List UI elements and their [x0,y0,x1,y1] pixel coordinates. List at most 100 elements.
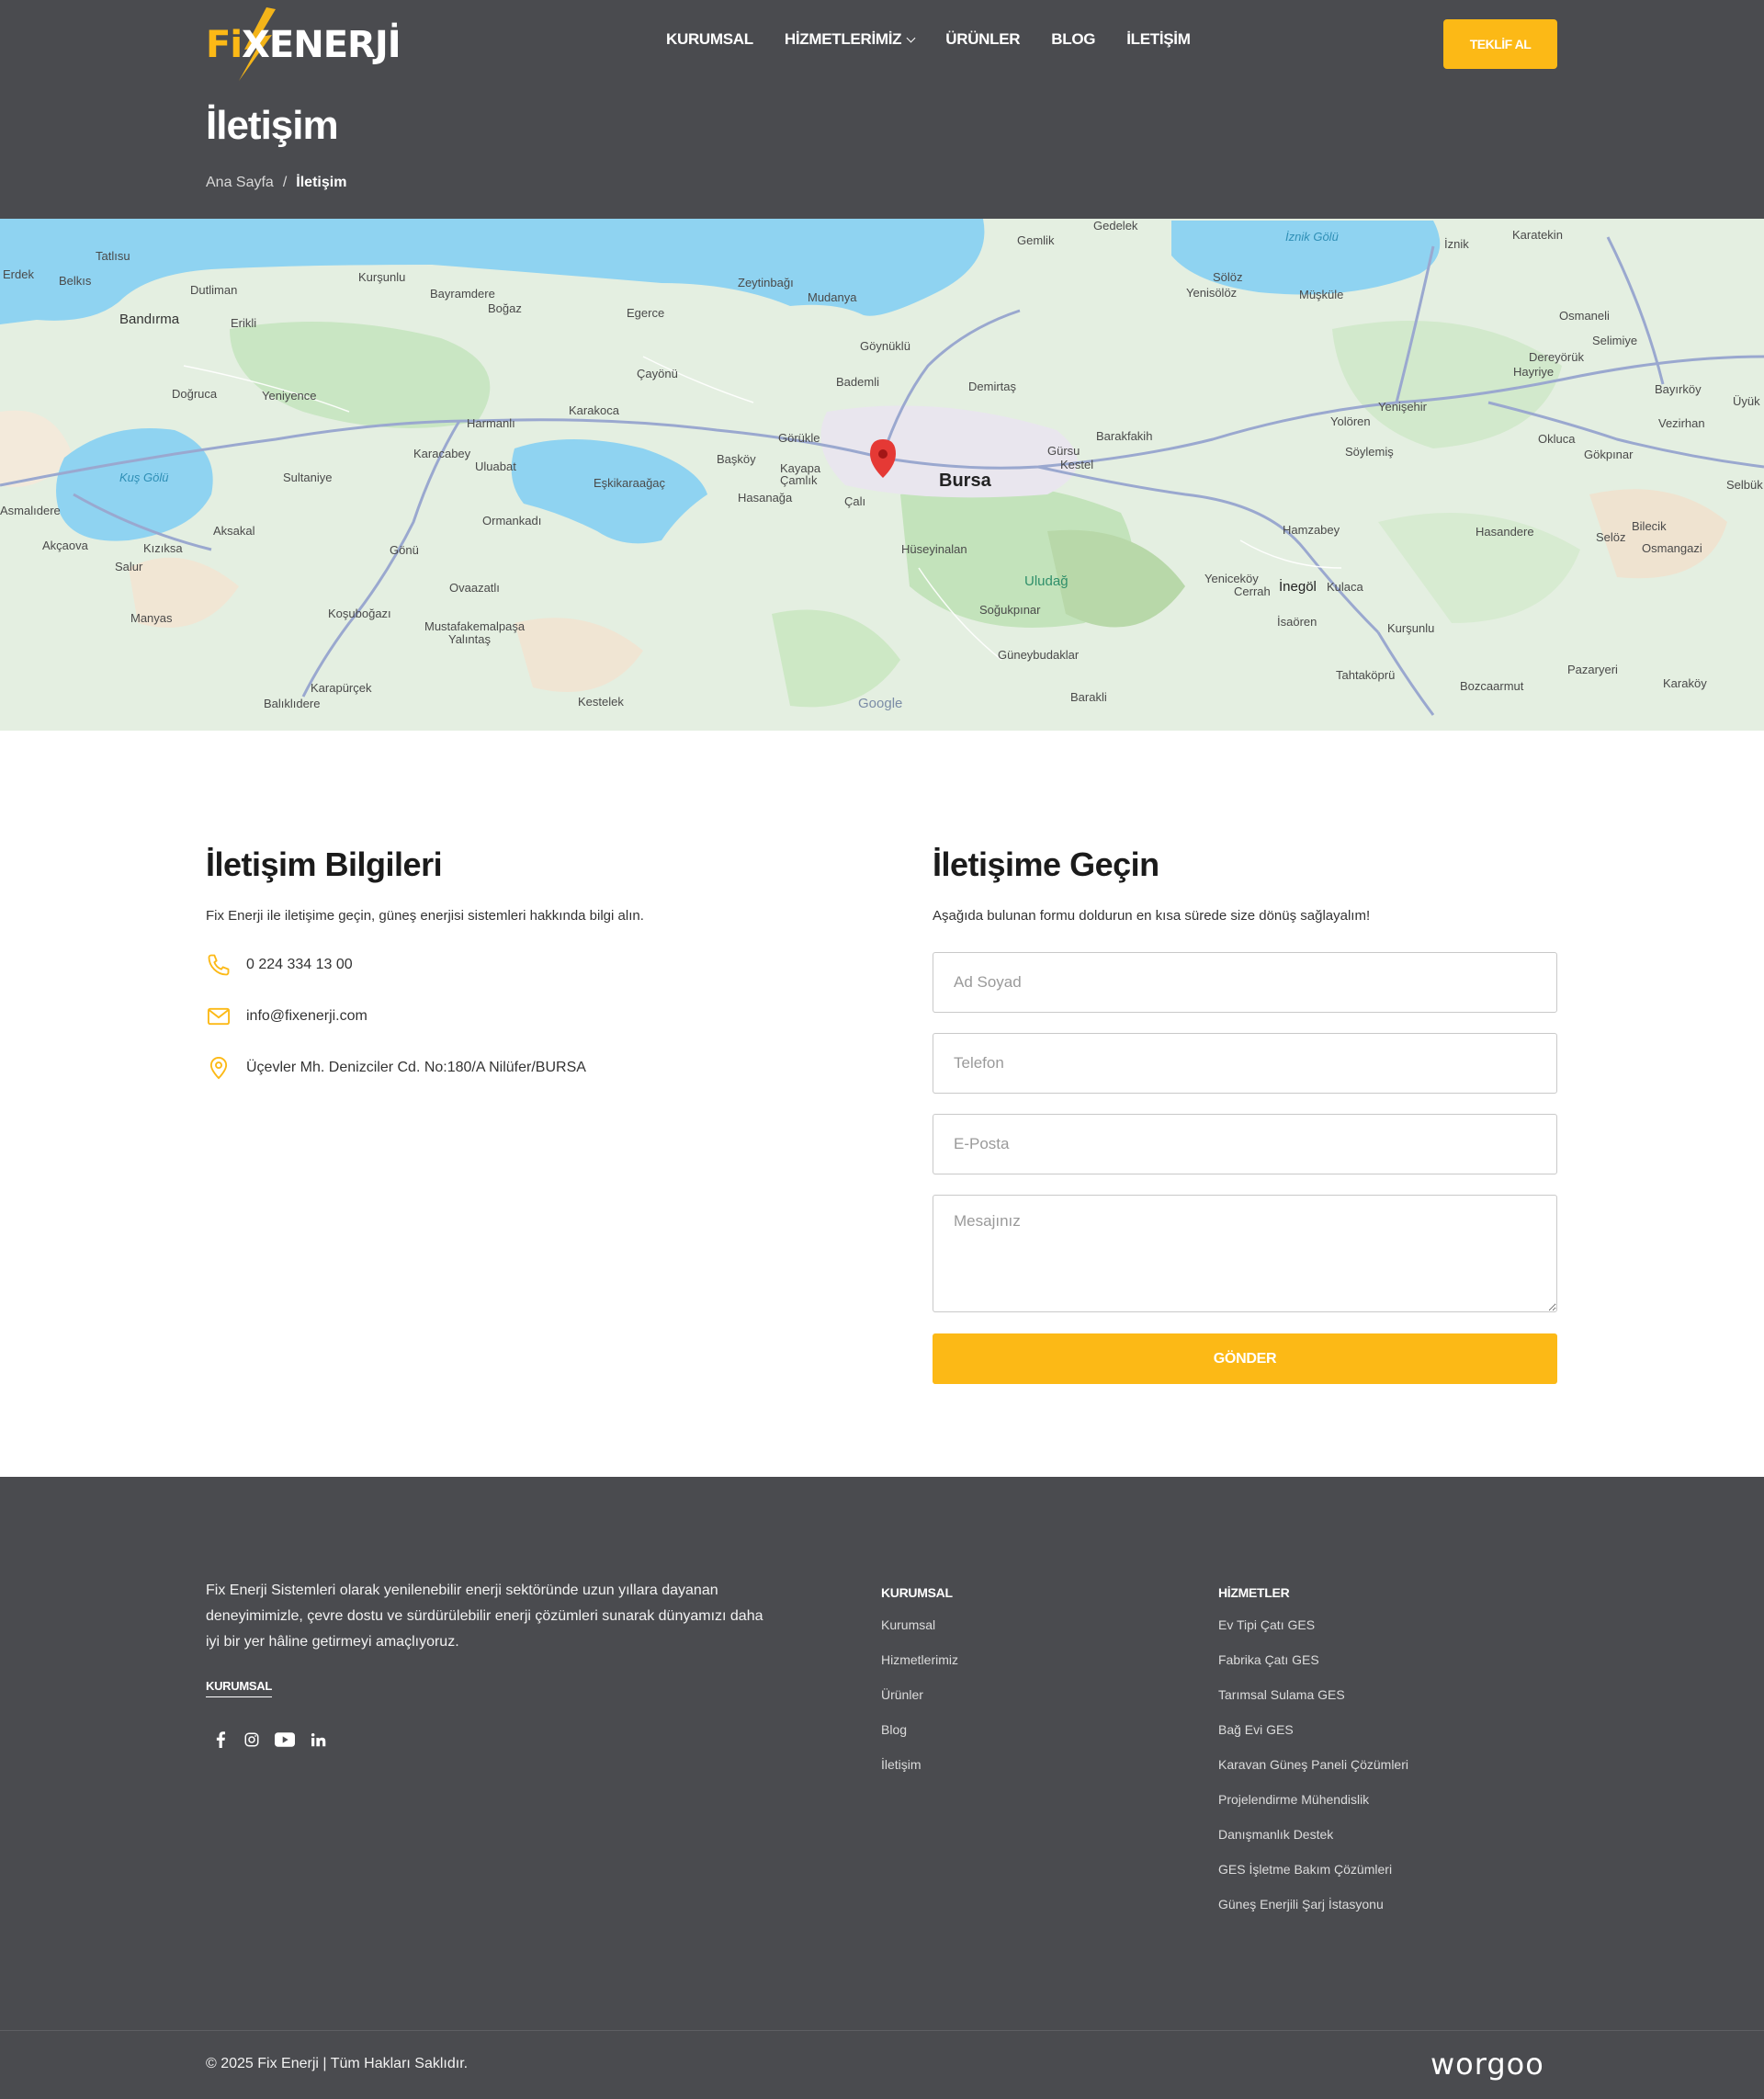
phone-field[interactable] [933,1033,1557,1094]
social-links [211,1730,327,1749]
footer-link-service[interactable]: Projelendirme Mühendislik [1218,1789,1408,1824]
map-label: Gönü [390,543,419,557]
nav-item-kurumsal[interactable]: KURUMSAL [666,30,753,49]
name-field[interactable] [933,952,1557,1013]
map-label: Sultaniye [283,471,332,484]
submit-button[interactable]: GÖNDER [933,1333,1557,1384]
footer-corporate-title: KURUMSAL [881,1585,953,1600]
map-label: Söylemiş [1345,445,1394,459]
map-label: Gemlik [1017,233,1055,247]
mail-icon [207,1007,231,1026]
linkedin-icon[interactable] [309,1730,327,1749]
footer-link-service[interactable]: Fabrika Çatı GES [1218,1650,1408,1685]
footer-link-service[interactable]: Danışmanlık Destek [1218,1824,1408,1859]
nav-item-hizmetlerimiz[interactable]: HİZMETLERİMİZ [784,30,916,49]
map-label: Yolören [1330,414,1371,428]
nav-item-iletisim[interactable]: İLETİŞİM [1126,30,1191,49]
footer-link-service[interactable]: Karavan Güneş Paneli Çözümleri [1218,1754,1408,1789]
map-label: Bademli [836,375,879,389]
address-text: Üçevler Mh. Denizciler Cd. No:180/A Nilü… [246,1060,586,1075]
footer-about-subheading: KURUMSAL [206,1679,272,1697]
map-label: Yenisölöz [1186,286,1237,300]
email-address: info@fixenerji.com [246,1008,368,1024]
map-label: Osmangazi [1642,541,1702,555]
youtube-icon[interactable] [274,1730,296,1749]
contact-form-subtitle: Aşağıda bulunan formu doldurun en kısa s… [933,908,1371,924]
map-label: Hamzabey [1283,523,1340,537]
footer-link-blog[interactable]: Blog [881,1719,958,1754]
footer-link-service[interactable]: Bağ Evi GES [1218,1719,1408,1754]
google-logo: Google [858,696,902,711]
map-label: Bozcaarmut [1460,679,1524,693]
map-label: Salur [115,560,143,573]
map-label: Hayriye [1513,365,1554,379]
map-label: Hasanağa [738,491,793,505]
map-label: Güneybudaklar [998,648,1080,662]
breadcrumb-home-link[interactable]: Ana Sayfa [206,175,274,191]
breadcrumb-separator: / [282,175,288,190]
map-label: Çalı [844,494,865,508]
google-map[interactable]: Bursa Bandırma Tatlısu Erdek Belkıs Dutl… [0,219,1764,731]
location-pin-icon [209,1056,228,1080]
map-label: Görükle [778,431,820,445]
map-label: Egerce [627,306,664,320]
map-label: Ovaazatlı [449,581,500,595]
map-label: Koşuboğazı [328,607,391,620]
map-label: Akçaova [42,539,89,552]
map-label: Hüseyinalan [901,542,967,556]
contact-address: Üçevler Mh. Denizciler Cd. No:180/A Nilü… [206,1055,586,1081]
email-field[interactable] [933,1114,1557,1174]
map-label: Karakoca [569,403,620,417]
map-label: Doğruca [172,387,218,401]
instagram-icon[interactable] [243,1730,261,1749]
map-label: Dutliman [190,283,237,297]
nav-item-urunler[interactable]: ÜRÜNLER [945,30,1020,49]
footer-link-iletisim[interactable]: İletişim [881,1754,958,1789]
phone-icon [208,954,230,976]
footer-divider [0,2030,1764,2031]
map-label: Müşküle [1299,288,1343,301]
map-label: Erdek [3,267,34,281]
map-label: Uludağ [1024,573,1069,589]
facebook-icon[interactable] [211,1730,230,1749]
map-label: Yeniceköy [1204,572,1259,585]
map-label: Kızıksa [143,541,183,555]
footer-link-service[interactable]: Güneş Enerjili Şarj İstasyonu [1218,1894,1408,1929]
map-label: Dereyörük [1529,350,1584,364]
footer-link-kurumsal[interactable]: Kurumsal [881,1615,958,1650]
map-label: Bandırma [119,312,180,327]
contact-phone[interactable]: 0 224 334 13 00 [206,952,353,978]
map-city-label: Bursa [939,471,992,491]
message-field[interactable] [933,1195,1557,1312]
contact-email[interactable]: info@fixenerji.com [206,1004,368,1029]
footer-link-hizmetlerimiz[interactable]: Hizmetlerimiz [881,1650,958,1685]
map-canvas[interactable]: Bursa Bandırma Tatlısu Erdek Belkıs Dutl… [0,219,1764,731]
map-label: Kestelek [578,695,624,709]
map-label: Gürsu [1047,444,1080,458]
map-label: Manyas [130,611,173,625]
map-label: İznik [1444,237,1469,251]
footer-about-text: Fix Enerji Sistemleri olarak yenilenebil… [206,1583,763,1650]
footer-link-service[interactable]: Ev Tipi Çatı GES [1218,1615,1408,1650]
footer-services-column: HİZMETLER Ev Tipi Çatı GES Fabrika Çatı … [1218,1585,1408,1929]
map-label: Osmaneli [1559,309,1610,323]
footer-link-service[interactable]: GES İşletme Bakım Çözümleri [1218,1859,1408,1894]
fixenerji-logo[interactable]: FiXENERJİ [206,7,401,81]
nav-item-hizmetlerimiz-label: HİZMETLERİMİZ [784,30,902,48]
map-label: Yalıntaş [448,632,492,646]
footer-link-urunler[interactable]: Ürünler [881,1685,958,1719]
map-label: Gökpınar [1584,448,1634,461]
map-label: Demirtaş [968,380,1017,393]
map-label: Boğaz [488,301,522,315]
phone-number: 0 224 334 13 00 [246,957,353,972]
map-label: Selöz [1596,530,1626,544]
map-label: Bilecik [1632,519,1667,533]
map-label: İsaören [1277,615,1317,629]
get-quote-button[interactable]: TEKLİF AL [1443,19,1557,69]
footer-link-service[interactable]: Tarımsal Sulama GES [1218,1685,1408,1719]
nav-item-blog[interactable]: BLOG [1051,30,1095,49]
map-label: Göynüklü [860,339,910,353]
map-label: Belkıs [59,274,92,288]
page-title: İletişim [206,103,339,148]
agency-logo[interactable]: worgoo [1430,2047,1544,2082]
